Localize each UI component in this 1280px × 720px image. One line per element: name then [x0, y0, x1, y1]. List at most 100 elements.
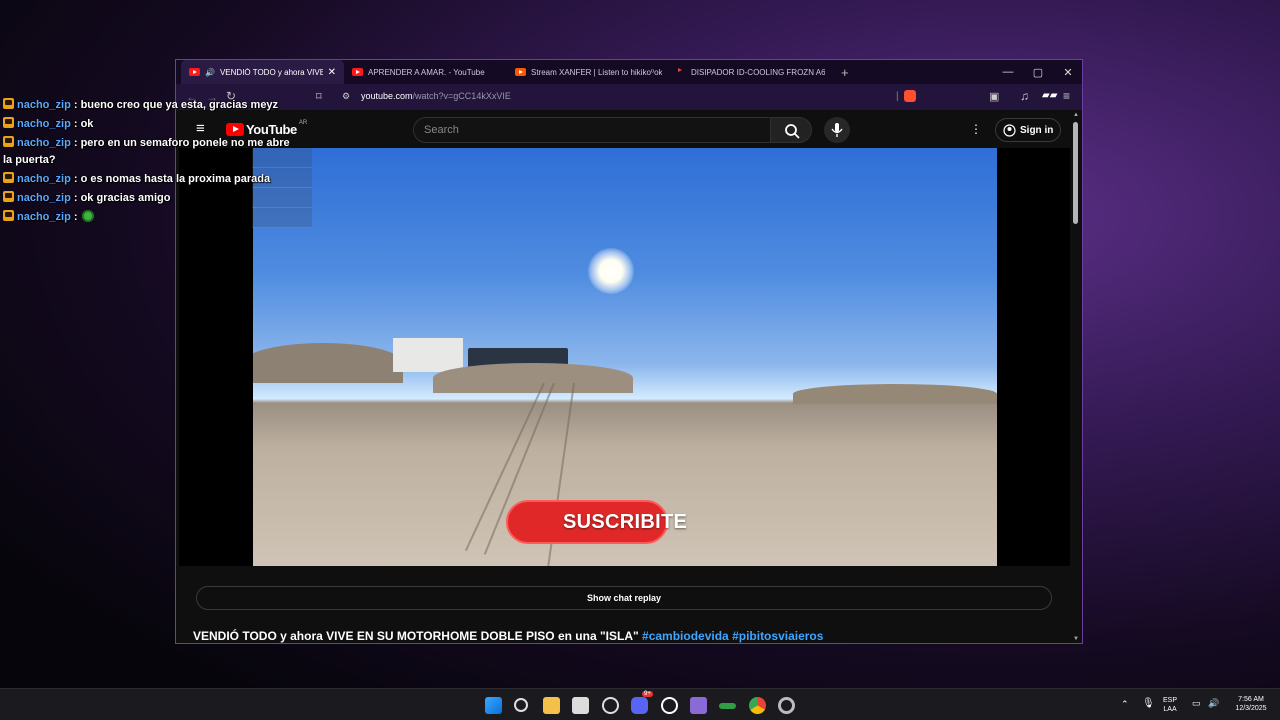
chat-text: : ok: [73, 118, 94, 130]
sign-in-button[interactable]: Sign in: [995, 118, 1061, 142]
youtube-favicon-icon: [352, 68, 363, 76]
sidebar-toggle-icon[interactable]: ▣: [989, 90, 999, 103]
audio-icon: 🔊: [205, 67, 215, 77]
emote-icon: [81, 210, 94, 222]
scrollbar[interactable]: ▲ ▼: [1071, 112, 1081, 642]
tab-label: DISIPADOR ID-COOLING FROZN A62: [691, 67, 825, 77]
url-path: /watch?v=gCC14kXxVIE: [412, 91, 511, 101]
volume-icon[interactable]: 🔊: [1208, 699, 1219, 708]
close-window-icon[interactable]: ✕: [1053, 60, 1083, 84]
scroll-up-icon[interactable]: ▲: [1073, 112, 1079, 118]
mic-icon[interactable]: 🎙: [1142, 699, 1155, 709]
dune: [793, 384, 997, 404]
browser-window: 🔊 VENDIÓ TODO y ahora VIVE ✕ APRENDER A …: [175, 59, 1083, 644]
brave-browser-icon[interactable]: [690, 697, 707, 714]
chat-username: nacho_zip: [17, 118, 71, 130]
brave-shields-icon[interactable]: [904, 90, 916, 102]
video-title-text: VENDIÓ TODO y ahora VIVE EN SU MOTORHOME…: [193, 629, 639, 643]
video-frame[interactable]: SUSCRIBITE: [253, 148, 997, 566]
clock[interactable]: 7:56 AM 12/3/2025: [1228, 695, 1274, 713]
language-indicator[interactable]: ESP LAA: [1163, 696, 1177, 714]
search-input[interactable]: Search: [413, 117, 771, 143]
site-info-icon[interactable]: ⚙: [342, 91, 350, 102]
address-bar: ← → ↻ ⌑ ⚙ youtube.com/watch?v=gCC14kXxVI…: [176, 84, 1082, 110]
scrollbar-thumb[interactable]: [1073, 122, 1078, 224]
tab-aprender[interactable]: APRENDER A AMAR. - YouTube: [344, 60, 507, 84]
menu-icon[interactable]: ≡: [1063, 89, 1070, 103]
chat-message: nacho_zip : bueno creo que ya esta, grac…: [0, 96, 300, 115]
search-icon[interactable]: [514, 698, 528, 712]
chat-overlay: nacho_zip : bueno creo que ya esta, grac…: [0, 96, 300, 227]
tab-label: Stream XANFER | Listen to hikiko⁰ok: [531, 67, 662, 77]
app-icon[interactable]: [719, 703, 736, 709]
lang-label: ESP: [1163, 697, 1178, 704]
chevron-up-icon[interactable]: ⌃: [1121, 700, 1129, 709]
mic-icon: [831, 123, 843, 137]
date-label: 12/3/2025: [1235, 705, 1267, 712]
hashtag-link[interactable]: #pibitosviaieros: [732, 629, 823, 643]
chat-message: nacho_zip : ok gracias amigo: [0, 189, 300, 208]
chat-text: : o es nomas hasta la proxima parada: [73, 173, 271, 185]
youtube-header: ≡ YouTube AR Search ⋮ Sign in: [176, 110, 1082, 150]
chat-message: nacho_zip :: [0, 208, 300, 227]
tab-label: APRENDER A AMAR. - YouTube: [368, 67, 485, 77]
video-title: VENDIÓ TODO y ahora VIVE EN SU MOTORHOME…: [193, 629, 823, 643]
chat-message: nacho_zip : o es nomas hasta la proxima …: [0, 170, 300, 189]
music-icon[interactable]: ♫: [1020, 89, 1029, 103]
building: [393, 338, 463, 372]
scroll-down-icon[interactable]: ▼: [1073, 636, 1079, 642]
windows-start-icon[interactable]: [485, 697, 502, 714]
sub-badge-icon: [3, 98, 14, 109]
chat-text: : ok gracias amigo: [73, 192, 171, 204]
chat-message: nacho_zip : ok: [0, 115, 300, 134]
url-field[interactable]: youtube.com/watch?v=gCC14kXxVIE: [361, 91, 511, 101]
taskbar: 9+ ⌃ 🎙 ESP LAA ▭ 🔊 7:56 AM 12/3/2025: [0, 688, 1280, 720]
chat-username: nacho_zip: [17, 192, 71, 204]
tab-label: VENDIÓ TODO y ahora VIVE: [219, 67, 323, 77]
sub-badge-icon: [3, 191, 14, 202]
layout-label: LAA: [1163, 706, 1177, 713]
dune: [253, 343, 403, 383]
steam-icon[interactable]: [661, 697, 678, 714]
subscribe-text: SUSCRIBITE: [563, 511, 688, 533]
sun-glare: [588, 248, 634, 294]
app-icon[interactable]: [602, 697, 619, 714]
discord-icon[interactable]: 9+: [631, 691, 653, 714]
more-options-icon[interactable]: ⋮: [970, 122, 982, 136]
chat-text: :: [73, 211, 78, 223]
chat-username: nacho_zip: [17, 99, 71, 111]
minimize-icon[interactable]: —: [993, 60, 1023, 84]
divider: |: [896, 91, 899, 102]
chrome-icon[interactable]: [749, 697, 766, 714]
tab-close-icon[interactable]: ✕: [328, 67, 336, 78]
sub-badge-icon: [3, 210, 14, 221]
settings-icon[interactable]: [778, 697, 795, 714]
maximize-icon[interactable]: ▢: [1023, 60, 1053, 84]
search-button[interactable]: [770, 117, 812, 143]
region-label: AR: [298, 119, 308, 126]
tab-youtube-video[interactable]: 🔊 VENDIÓ TODO y ahora VIVE ✕: [181, 60, 344, 84]
extension-icon[interactable]: ▰▰: [1042, 90, 1057, 101]
sign-in-label: Sign in: [1020, 124, 1054, 136]
new-tab-icon[interactable]: +: [841, 65, 849, 80]
tab-disipador[interactable]: DISIPADOR ID-COOLING FROZN A62: [670, 60, 833, 84]
network-icon[interactable]: ▭: [1192, 699, 1201, 708]
chat-username: nacho_zip: [17, 211, 71, 223]
store-icon[interactable]: [572, 697, 589, 714]
bookmark-icon[interactable]: ⌑: [316, 90, 322, 103]
search-icon: [785, 124, 800, 139]
sub-badge-icon: [3, 172, 14, 183]
hashtag-link[interactable]: #cambiodevida: [642, 629, 729, 643]
sub-badge-icon: [3, 117, 14, 128]
tab-stream[interactable]: Stream XANFER | Listen to hikiko⁰ok: [507, 60, 670, 84]
chat-username: nacho_zip: [17, 173, 71, 185]
youtube-favicon-icon: [189, 68, 200, 76]
voice-search-button[interactable]: [824, 117, 850, 143]
soundcloud-favicon-icon: [515, 68, 526, 76]
account-icon: [1003, 123, 1016, 137]
time-label: 7:56 AM: [1238, 696, 1264, 703]
notification-badge: 9+: [642, 691, 653, 697]
video-player[interactable]: SUSCRIBITE: [179, 148, 1070, 566]
file-explorer-icon[interactable]: [543, 697, 560, 714]
show-chat-replay-button[interactable]: Show chat replay: [196, 586, 1052, 610]
